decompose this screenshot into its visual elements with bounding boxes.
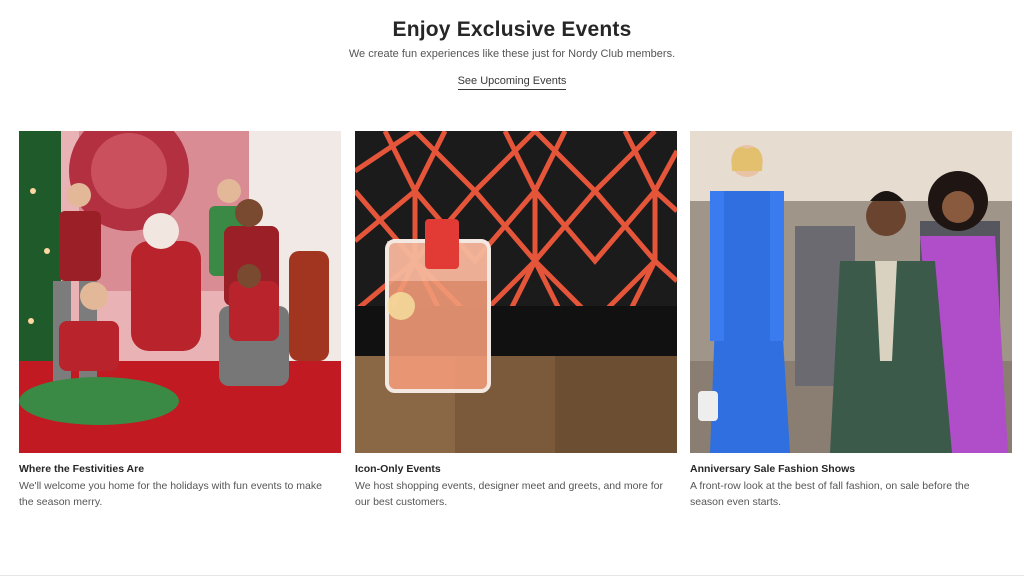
card-title: Anniversary Sale Fashion Shows: [690, 463, 856, 475]
festive-elves-santa-image: [19, 131, 341, 453]
event-card-festivities[interactable]: Where the Festivities Are We'll welcome …: [19, 131, 341, 510]
cocktail-image: [355, 131, 677, 453]
section-subtitle: We create fun experiences like these jus…: [348, 48, 676, 60]
card-description: We host shopping events, designer meet a…: [355, 480, 663, 508]
card-description: We'll welcome you home for the holidays …: [19, 480, 322, 508]
event-card-icon-only[interactable]: Icon-Only Events We host shopping events…: [355, 131, 677, 510]
card-description: A front-row look at the best of fall fas…: [690, 480, 970, 508]
fashion-show-models-image: [690, 131, 1012, 453]
cta-wrapper: See Upcoming Events: [0, 71, 1024, 90]
see-upcoming-events-link[interactable]: See Upcoming Events: [457, 75, 567, 90]
card-title: Where the Festivities Are: [19, 463, 145, 475]
event-card-fashion-shows[interactable]: Anniversary Sale Fashion Shows A front-r…: [690, 131, 1012, 510]
card-title: Icon-Only Events: [355, 463, 441, 475]
section-title: Enjoy Exclusive Events: [392, 18, 632, 41]
